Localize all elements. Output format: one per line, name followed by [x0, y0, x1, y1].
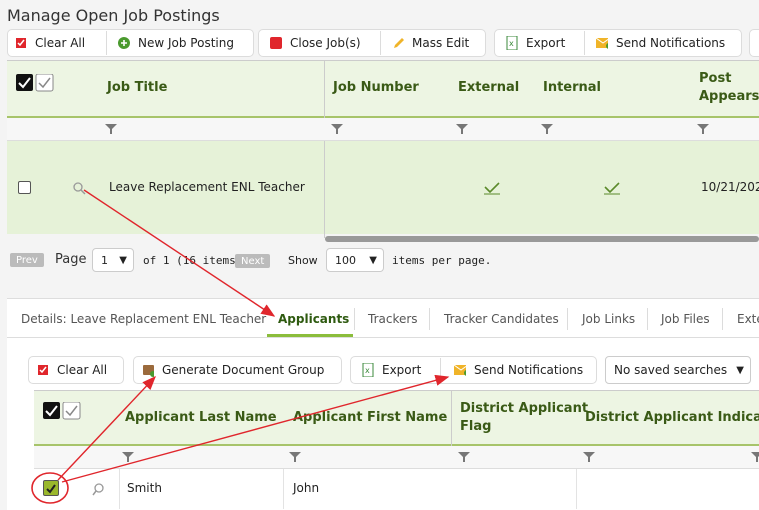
annotation-arrow: [57, 375, 156, 481]
annotation-arrow: [83, 189, 276, 317]
annotation-overlay: [31, 189, 450, 504]
annotation-circle: [31, 472, 69, 504]
annotation-arrow: [61, 374, 450, 483]
